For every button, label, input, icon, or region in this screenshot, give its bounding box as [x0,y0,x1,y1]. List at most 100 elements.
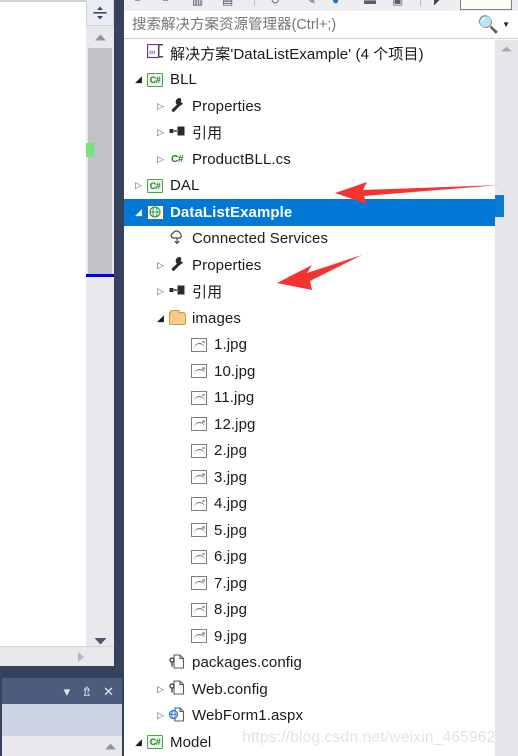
editor-pane[interactable] [0,0,86,660]
tree-row[interactable]: ▷ Web.config [124,676,495,703]
expander-collapsed-icon[interactable]: ▷ [154,711,167,720]
search-controls[interactable]: 🔍 ▼ [478,16,518,33]
solution-explorer: 🔍 ▼ ∞解决方案'DataListExample' (4 个项目)◢C#BLL… [124,11,518,756]
toolbar-textbox[interactable] [460,0,512,10]
expander-collapsed-icon[interactable]: ▷ [154,260,167,270]
tree-row[interactable]: packages.config [124,650,495,677]
tree-row[interactable]: ▷ 引用 [124,279,495,306]
tree-row-label: 5.jpg [214,521,248,539]
tree-row[interactable]: 8.jpg [124,597,495,624]
search-input[interactable] [124,16,478,33]
expander-expanded-icon[interactable]: ◢ [132,737,145,747]
globe-icon[interactable]: ● [332,0,339,7]
tree-row[interactable]: ▷ C# DAL [124,173,495,200]
expander-collapsed-icon[interactable]: ▷ [154,128,167,137]
editor-top-rule [0,1,86,2]
expander-collapsed-icon[interactable]: ▷ [154,287,167,296]
tree-row[interactable]: 2.jpg [124,438,495,465]
tree-row-label: 2.jpg [214,442,248,460]
tree-row[interactable]: 9.jpg [124,623,495,650]
pointer-icon[interactable]: ◤ [434,0,443,7]
explorer-vertical-scrollbar[interactable] [495,40,518,756]
search-icon[interactable]: 🔍 [478,16,499,33]
tree-row[interactable]: 7.jpg [124,570,495,597]
expander-collapsed-icon[interactable]: ▷ [154,154,167,164]
wrench-icon [167,256,187,274]
toolbar[interactable]: ◓ ◓ ▥ ▤ ↻ ✎ ● ▬ ▣ ◤ ▫▫ [124,0,518,11]
cloud-icon [169,230,186,248]
image-file-icon [189,496,209,511]
tree-row[interactable]: ▷ WebForm1.aspx [124,703,495,730]
pin-icon[interactable]: ⇯ [81,685,92,698]
home-icon[interactable]: ▥ [192,0,203,7]
back-icon[interactable]: ◓ [134,0,141,7]
tree-row-label: ProductBLL.cs [192,150,291,168]
expander-expanded-icon[interactable]: ◢ [132,207,145,217]
wrench-icon [169,97,185,115]
cloud-icon [167,230,187,248]
tree-row[interactable]: Connected Services [124,226,495,253]
tree-row[interactable]: 5.jpg [124,517,495,544]
refresh-icon[interactable]: ↻ [270,0,280,7]
tree-row[interactable]: 4.jpg [124,491,495,518]
tree-row[interactable]: ∞ 解决方案'DataListExample' (4 个项目) [124,40,495,67]
tree-row[interactable]: 11.jpg [124,385,495,412]
web-project-icon [146,204,164,220]
tree-row[interactable]: ▷ Properties [124,93,495,120]
dropdown-icon[interactable]: ▾ [64,685,71,698]
image-file-icon [191,364,207,379]
image-file-icon [189,629,209,644]
tree-row[interactable]: 10.jpg [124,358,495,385]
toolbar-separator [254,0,255,6]
minus-icon[interactable]: ▬ [364,0,376,7]
forward-icon[interactable]: ◓ [162,0,169,7]
tree-row[interactable]: ◢ C# BLL [124,67,495,94]
tool-window-header[interactable]: ▾ ⇯ ✕ [2,678,122,704]
expander-collapsed-icon[interactable]: ▷ [132,181,145,190]
tree-row[interactable]: ▷ Properties [124,252,495,279]
search-bar[interactable]: 🔍 ▼ [124,11,518,39]
expander-collapsed-icon[interactable]: ▷ [154,684,167,694]
tree-row[interactable]: 3.jpg [124,464,495,491]
expander-expanded-icon[interactable]: ◢ [154,313,167,323]
csharp-project-icon: C# [147,178,163,193]
explorer-scroll-up-button[interactable] [495,40,518,58]
chevron-down-icon[interactable]: ▼ [502,20,510,29]
tool-window-footer-scrollbar[interactable] [2,736,122,756]
properties-icon[interactable]: ▤ [222,0,233,7]
expander-collapsed-icon[interactable]: ▷ [154,101,167,111]
editor-scroll-up-button[interactable] [86,27,114,47]
editor-split-handle[interactable] [86,0,114,26]
expander-expanded-icon[interactable]: ◢ [132,75,145,84]
tree-row-label: 9.jpg [214,627,248,645]
tree-row[interactable]: ◢ images [124,305,495,332]
svg-text:∞: ∞ [149,47,155,57]
image-file-icon [189,470,209,485]
tree-row-label: 7.jpg [214,574,248,592]
tree-row[interactable]: 6.jpg [124,544,495,571]
references-icon [167,125,187,140]
tree-row-label: 解决方案'DataListExample' (4 个项目) [170,45,424,63]
tree-row-label: BLL [170,71,197,89]
csharp-project-icon: C# [147,735,163,750]
solution-icon: ∞ [146,44,164,62]
scroll-marker-blue [86,274,114,277]
tree-row-label: Model [170,733,212,751]
tree-row-label: WebForm1.aspx [192,707,304,725]
tree-row[interactable]: 12.jpg [124,411,495,438]
editor-scroll-thumb[interactable] [88,48,112,275]
editor-horizontal-scrollbar[interactable] [0,646,114,666]
tree-row[interactable]: ◢ DataListExample [124,199,495,226]
tree-row[interactable]: 1.jpg [124,332,495,359]
image-file-icon [189,364,209,379]
solution-tree[interactable]: ∞ 解决方案'DataListExample' (4 个项目) ◢ C# BLL ▷ Pro… [124,40,495,756]
save-icon[interactable]: ▣ [392,0,403,7]
tree-row[interactable]: ▷ 引用 [124,120,495,147]
editor-hscroll-right-button[interactable] [70,649,90,665]
tree-row[interactable]: ▷ C# ProductBLL.cs [124,146,495,173]
aspx-file-icon [168,707,185,725]
watermark: https://blog.csdn.net/weixin_46596213 [242,729,514,746]
close-icon[interactable]: ✕ [103,685,114,698]
tree-row-label: 12.jpg [214,415,256,433]
wrench-icon[interactable]: ✎ [306,0,316,7]
